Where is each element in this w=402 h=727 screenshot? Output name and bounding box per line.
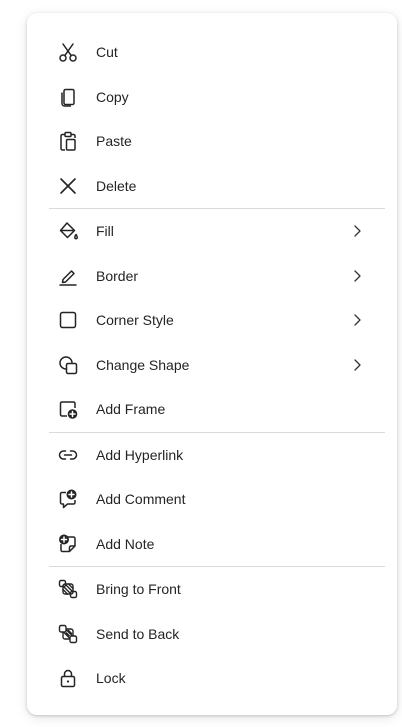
lock-icon [57, 667, 79, 689]
pen-icon [57, 265, 79, 287]
menu-item-copy[interactable]: Copy [27, 75, 397, 120]
chevron-right-icon [352, 313, 362, 327]
menu-item-label: Send to Back [96, 625, 180, 642]
menu-item-label: Border [96, 267, 139, 284]
paste-icon [57, 130, 79, 152]
menu-item-label: Fill [96, 223, 114, 240]
menu-item-border[interactable]: Border [27, 254, 397, 299]
menu-item-delete[interactable]: Delete [27, 164, 397, 209]
menu-item-label: Bring to Front [96, 581, 181, 598]
menu-item-label: Change Shape [96, 356, 190, 373]
menu-item-bring-to-front[interactable]: Bring to Front [27, 567, 397, 612]
menu-item-label: Cut [96, 44, 118, 61]
add-frame-icon [57, 398, 79, 420]
menu-item-label: Delete [96, 177, 137, 194]
copy-icon [57, 86, 79, 108]
menu-item-add-frame[interactable]: Add Frame [27, 387, 397, 432]
menu-item-label: Copy [96, 88, 129, 105]
send-to-back-icon [57, 623, 79, 645]
chevron-right-icon [352, 224, 362, 238]
chevron-right-icon [352, 358, 362, 372]
add-comment-icon [57, 488, 79, 510]
add-note-icon [57, 533, 79, 555]
link-icon [57, 444, 79, 466]
paint-bucket-icon [57, 220, 79, 242]
menu-item-label: Add Frame [96, 401, 166, 418]
menu-item-add-comment[interactable]: Add Comment [27, 477, 397, 522]
menu-item-fill[interactable]: Fill [27, 209, 397, 254]
context-menu: Cut Copy Paste Delete Fill Border Corner Style… [27, 13, 397, 715]
chevron-right-icon [352, 269, 362, 283]
menu-item-lock[interactable]: Lock [27, 656, 397, 701]
menu-item-label: Add Note [96, 535, 155, 552]
menu-item-cut[interactable]: Cut [27, 30, 397, 75]
scissors-icon [57, 41, 79, 63]
menu-item-corner-style[interactable]: Corner Style [27, 298, 397, 343]
menu-item-label: Lock [96, 670, 126, 687]
menu-item-send-to-back[interactable]: Send to Back [27, 612, 397, 657]
square-corner-icon [57, 309, 79, 331]
menu-item-label: Add Comment [96, 491, 186, 508]
change-shape-icon [57, 354, 79, 376]
delete-icon [57, 175, 79, 197]
menu-item-label: Paste [96, 133, 132, 150]
menu-item-label: Add Hyperlink [96, 446, 184, 463]
menu-item-change-shape[interactable]: Change Shape [27, 343, 397, 388]
bring-to-front-icon [57, 578, 79, 600]
menu-item-label: Corner Style [96, 312, 174, 329]
menu-item-add-note[interactable]: Add Note [27, 522, 397, 567]
menu-item-paste[interactable]: Paste [27, 119, 397, 164]
menu-item-add-hyperlink[interactable]: Add Hyperlink [27, 433, 397, 478]
